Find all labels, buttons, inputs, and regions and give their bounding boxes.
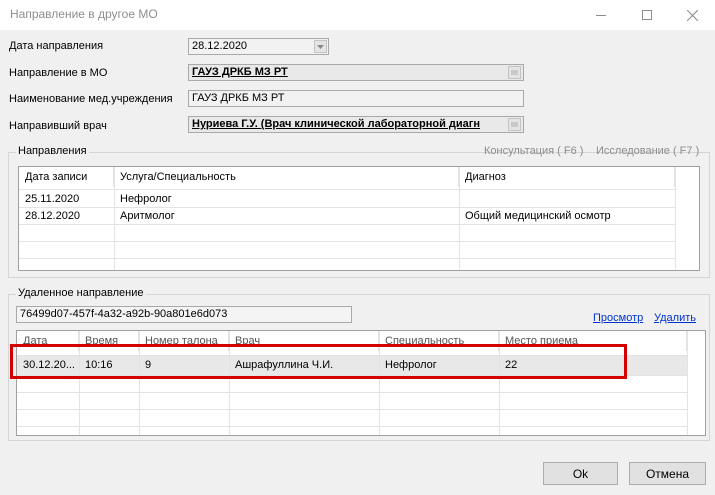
directions-group-title: Направления (16, 145, 89, 157)
doctor-label: Направивший врач (9, 120, 107, 132)
doctor-field[interactable]: Нуриева Г.У. (Врач клинической лаборатор… (188, 116, 524, 133)
title-bar: Направление в другое МО (0, 0, 715, 30)
mo-select-button[interactable] (508, 66, 521, 79)
table-row-diagnosis[interactable] (459, 191, 675, 208)
tab-consultation[interactable]: Консультация ( F6 ) (484, 145, 583, 157)
tab-research[interactable]: Исследование ( F7 ) (596, 145, 699, 157)
ok-button[interactable]: Ok (543, 462, 618, 485)
dialog-window: Направление в другое МО Дата направления… (0, 0, 715, 495)
table-row-service[interactable]: Аритмолог (114, 208, 459, 225)
column-header-date[interactable]: Дата (17, 331, 79, 351)
table-row-diagnosis[interactable]: Общий медицинский осмотр (459, 208, 675, 225)
cancel-button[interactable]: Отмена (629, 462, 706, 485)
table-row-ticket[interactable]: 9 (139, 357, 229, 374)
date-value: 28.12.2020 (192, 40, 248, 52)
table-row-date[interactable]: 30.12.20... (17, 357, 79, 374)
column-header-ticket[interactable]: Номер талона (139, 331, 229, 351)
table-row-specialty[interactable]: Нефролог (379, 357, 499, 374)
window-title: Направление в другое МО (10, 7, 158, 21)
date-field[interactable]: 28.12.2020 (188, 38, 329, 55)
view-link[interactable]: Просмотр (593, 312, 643, 324)
column-header-service[interactable]: Услуга/Специальность (114, 167, 459, 187)
remote-grid: Дата Время Номер талона Врач Специальнос… (16, 330, 706, 436)
doctor-select-button[interactable] (508, 118, 521, 131)
directions-grid: Дата записи Услуга/Специальность Диагноз… (18, 166, 700, 271)
mo-value: ГАУЗ ДРКБ МЗ РТ (192, 66, 288, 78)
institution-field: ГАУЗ ДРКБ МЗ РТ (188, 90, 524, 107)
table-row-time[interactable]: 10:16 (79, 357, 139, 374)
column-header-doctor[interactable]: Врач (229, 331, 379, 351)
close-button[interactable] (669, 0, 715, 30)
column-header-place[interactable]: Место приема (499, 331, 687, 351)
column-header-diagnosis[interactable]: Диагноз (459, 167, 675, 187)
minimize-button[interactable] (578, 0, 624, 30)
mo-label: Направление в МО (9, 67, 108, 79)
table-row-doctor[interactable]: Ашрафуллина Ч.И. (229, 357, 379, 374)
chevron-down-icon (317, 44, 324, 49)
institution-label: Наименование мед.учреждения (9, 93, 173, 105)
column-header-time[interactable]: Время (79, 331, 139, 351)
table-row-service[interactable]: Нефролог (114, 191, 459, 208)
ellipsis-icon (511, 122, 518, 127)
column-header-date[interactable]: Дата записи (19, 167, 114, 187)
remote-guid-field: 76499d07-457f-4a32-a92b-90a801e6d073 (16, 306, 352, 323)
mo-field[interactable]: ГАУЗ ДРКБ МЗ РТ (188, 64, 524, 81)
column-header-specialty[interactable]: Специальность (379, 331, 499, 351)
minimize-icon (596, 14, 606, 16)
doctor-value: Нуриева Г.У. (Врач клинической лаборатор… (192, 118, 480, 130)
maximize-icon (642, 10, 652, 20)
date-dropdown-button[interactable] (314, 40, 327, 53)
close-icon (686, 9, 698, 21)
table-row-place[interactable]: 22 (499, 357, 687, 374)
remote-group-title: Удаленное направление (16, 287, 146, 299)
date-label: Дата направления (9, 40, 104, 52)
ellipsis-icon (511, 70, 518, 75)
delete-link[interactable]: Удалить (654, 312, 696, 324)
institution-value: ГАУЗ ДРКБ МЗ РТ (192, 92, 285, 104)
remote-guid-value: 76499d07-457f-4a32-a92b-90a801e6d073 (20, 308, 228, 320)
table-row-date[interactable]: 25.11.2020 (19, 191, 114, 208)
maximize-button[interactable] (624, 0, 670, 30)
table-row-date[interactable]: 28.12.2020 (19, 208, 114, 225)
